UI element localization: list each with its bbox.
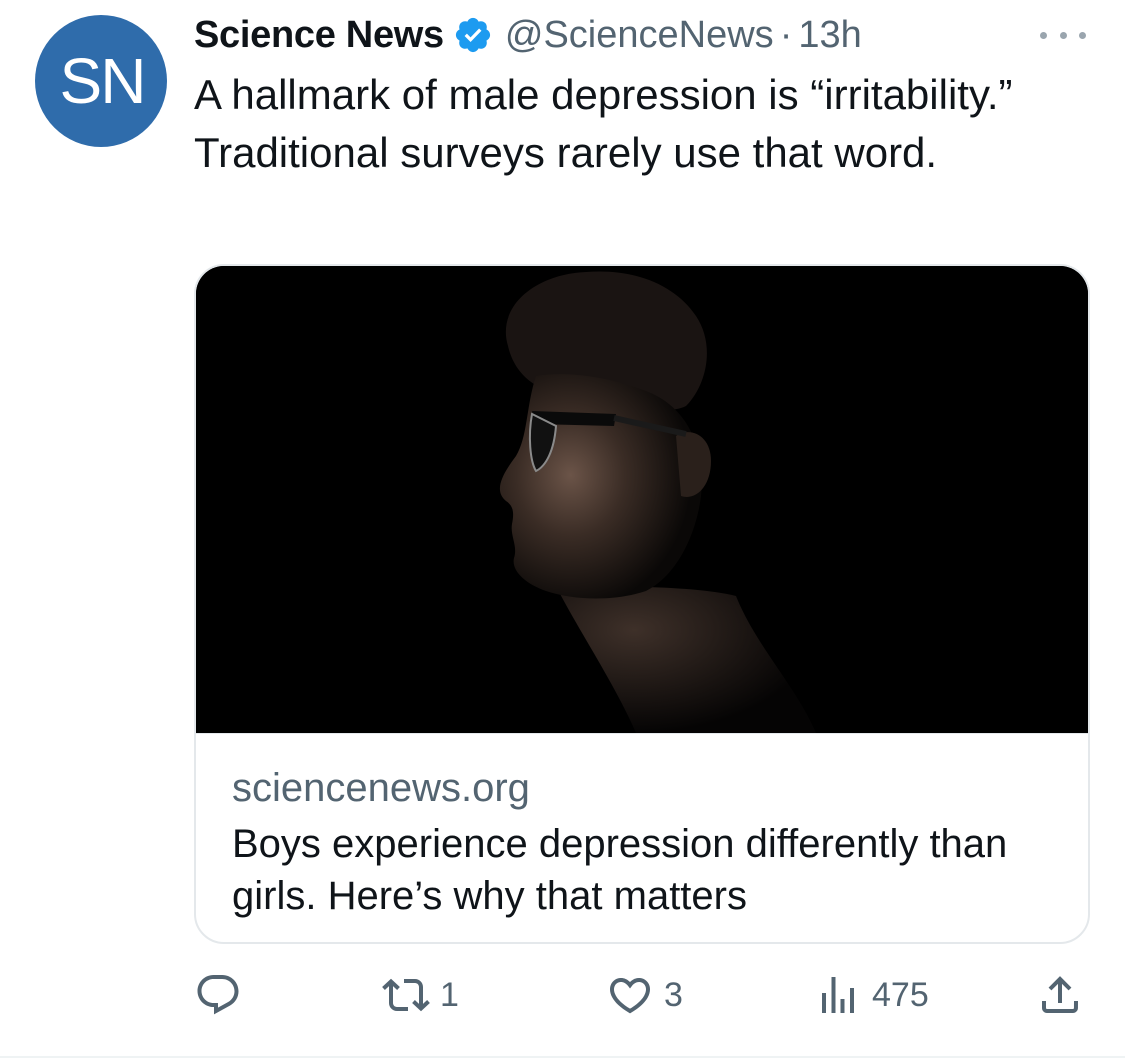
card-body[interactable]: sciencenews.org Boys experience depressi… <box>196 733 1088 942</box>
views-count: 475 <box>872 975 929 1014</box>
heart-icon <box>609 978 651 1014</box>
card-photo-silhouette <box>196 266 1088 733</box>
divider <box>0 1056 1125 1058</box>
avatar-initials: SN <box>59 45 147 117</box>
card-title: Boys experience depression differently t… <box>232 822 1008 918</box>
display-name[interactable]: Science News <box>194 14 444 57</box>
card-domain: sciencenews.org <box>232 766 530 810</box>
separator-dot: · <box>779 13 793 56</box>
share-icon <box>1042 976 1078 1013</box>
share-button[interactable] <box>1036 965 1084 1025</box>
card-image[interactable] <box>196 266 1088 733</box>
retweet-icon <box>382 978 430 1012</box>
views-button[interactable]: 475 <box>814 965 929 1025</box>
more-dot <box>1079 31 1086 39</box>
avatar[interactable]: SN <box>35 15 167 147</box>
views-icon <box>822 977 854 1013</box>
link-card[interactable]: sciencenews.org Boys experience depressi… <box>194 264 1090 944</box>
like-button[interactable]: 3 <box>606 965 683 1025</box>
tweet[interactable]: SN Science News @ScienceNews · 13h A hal… <box>0 0 1125 1060</box>
tweet-header: Science News @ScienceNews · 13h <box>194 10 862 60</box>
more-dots-icon[interactable] <box>1040 22 1086 48</box>
reply-button[interactable] <box>194 965 252 1025</box>
retweet-button[interactable]: 1 <box>382 965 459 1025</box>
like-count: 3 <box>664 975 683 1014</box>
action-bar: 1 3 475 <box>194 965 1086 1025</box>
more-dot <box>1040 31 1047 39</box>
more-dot <box>1059 31 1067 39</box>
verified-badge-icon[interactable] <box>453 15 493 55</box>
retweet-count: 1 <box>440 975 459 1014</box>
reply-icon <box>197 975 239 1015</box>
timestamp[interactable]: 13h <box>798 14 861 57</box>
handle[interactable]: @ScienceNews <box>505 14 774 57</box>
tweet-text: A hallmark of male depression is “irrita… <box>194 71 1013 176</box>
